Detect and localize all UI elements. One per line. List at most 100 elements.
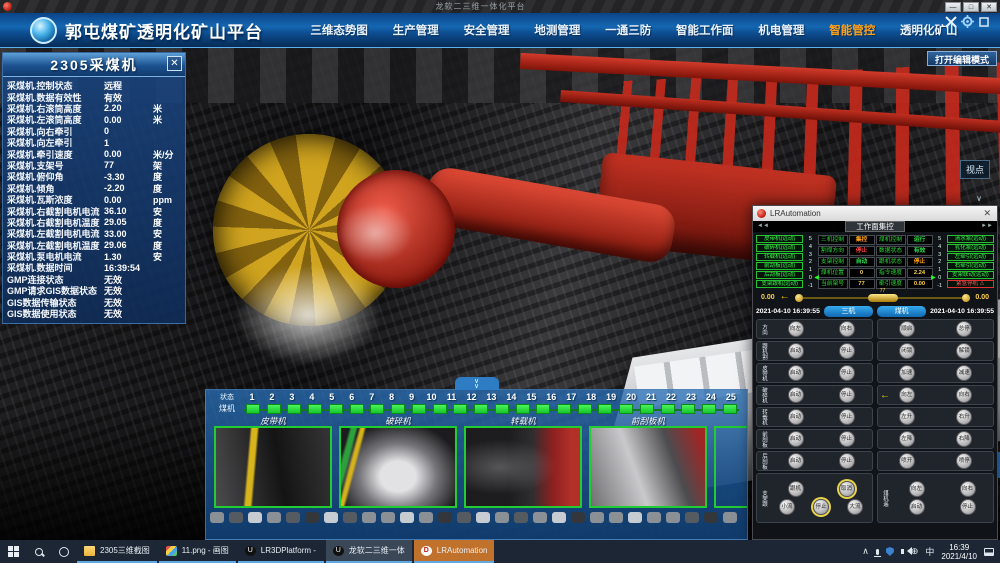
- gear-icon[interactable]: [961, 15, 974, 28]
- control-round-button[interactable]: 右升: [956, 409, 972, 425]
- remote-control-button[interactable]: 清水泵(远动): [947, 235, 994, 243]
- maximize-button[interactable]: □: [963, 2, 979, 12]
- restore-icon[interactable]: [978, 16, 990, 28]
- right-button[interactable]: 向右: [960, 481, 976, 497]
- start-round-button[interactable]: 启动: [788, 409, 804, 425]
- taskbar-search-button[interactable]: [27, 540, 51, 563]
- support-status-square[interactable]: [474, 404, 488, 414]
- camera-feed[interactable]: [214, 426, 332, 508]
- filmstrip-tile[interactable]: [476, 512, 490, 523]
- filmstrip-tile[interactable]: [381, 512, 395, 523]
- filmstrip-tile[interactable]: [609, 512, 623, 523]
- workface-control-tab[interactable]: 工作面集控: [845, 221, 905, 232]
- stop-round-button[interactable]: 停止: [839, 343, 855, 359]
- support-status-square[interactable]: [246, 404, 260, 414]
- filmstrip-tile[interactable]: [495, 512, 509, 523]
- filmstrip-tile[interactable]: [457, 512, 471, 523]
- nav-menu-item[interactable]: 三维态势图: [310, 22, 368, 38]
- right-panel-pill-button[interactable]: 煤机: [877, 306, 926, 317]
- filmstrip-tile[interactable]: [723, 512, 737, 523]
- control-round-button[interactable]: 闭锁: [899, 343, 915, 359]
- taskbar-app[interactable]: D LRAutomation: [414, 540, 495, 563]
- filmstrip-tile[interactable]: [438, 512, 452, 523]
- slider-shearer-marker[interactable]: [868, 294, 898, 302]
- start-button[interactable]: [0, 540, 27, 563]
- filmstrip-tile[interactable]: [286, 512, 300, 523]
- network-globe-icon[interactable]: ⊕: [911, 546, 919, 557]
- remote-control-button[interactable]: 前刮板(远动): [756, 262, 803, 270]
- support-status-square[interactable]: [578, 404, 592, 414]
- viewpoint-chevron-icon[interactable]: ∨: [976, 196, 982, 201]
- slider-knob[interactable]: [962, 294, 970, 302]
- support-status-square[interactable]: [640, 404, 654, 414]
- filmstrip-tile[interactable]: [248, 512, 262, 523]
- cancel-button[interactable]: 取消: [839, 481, 855, 497]
- start-round-button[interactable]: 启动: [909, 499, 925, 515]
- support-status-square[interactable]: [723, 404, 737, 414]
- start-round-button[interactable]: 向左: [788, 321, 804, 337]
- support-status-square[interactable]: [702, 404, 716, 414]
- remote-control-button[interactable]: 后刮板(远动): [756, 271, 803, 279]
- support-status-square[interactable]: [308, 404, 322, 414]
- camera-feed[interactable]: [714, 426, 747, 508]
- nav-menu-item[interactable]: 智能管控: [829, 22, 875, 38]
- support-status-square[interactable]: [412, 404, 426, 414]
- remote-control-button[interactable]: 皮带机(远动): [756, 235, 803, 243]
- notification-center-icon[interactable]: [984, 548, 994, 556]
- filmstrip-tile[interactable]: [647, 512, 661, 523]
- stop-round-button[interactable]: 向右: [839, 321, 855, 337]
- tray-chevron-icon[interactable]: ∧: [862, 546, 869, 557]
- left-panel-pill-button[interactable]: 三机: [824, 306, 873, 317]
- filmstrip-tile[interactable]: [362, 512, 376, 523]
- control-round-button[interactable]: 左降: [899, 431, 915, 447]
- support-status-square[interactable]: [267, 404, 281, 414]
- filmstrip-tile[interactable]: [666, 512, 680, 523]
- support-status-square[interactable]: [329, 404, 343, 414]
- start-round-button[interactable]: 启动: [788, 365, 804, 381]
- stop-round-button[interactable]: 停止: [960, 499, 976, 515]
- control-round-button[interactable]: 加速: [899, 365, 915, 381]
- support-status-square[interactable]: [536, 404, 550, 414]
- support-status-square[interactable]: [391, 404, 405, 414]
- filmstrip-tile[interactable]: [210, 512, 224, 523]
- tab-scroll-right-icon[interactable]: ►►: [981, 223, 993, 229]
- filmstrip-tile[interactable]: [552, 512, 566, 523]
- taskbar-clock[interactable]: 16:39 2021/4/10: [941, 543, 977, 561]
- stop-round-button[interactable]: 停止: [839, 409, 855, 425]
- filmstrip-tile[interactable]: [305, 512, 319, 523]
- open-edit-mode-button[interactable]: 打开编辑模式: [927, 51, 997, 66]
- remote-control-button[interactable]: 支架跟机(远动): [756, 280, 803, 288]
- nav-menu-item[interactable]: 智能工作面: [676, 22, 734, 38]
- start-round-button[interactable]: 启动: [788, 431, 804, 447]
- viewpoint-tab[interactable]: 视点: [960, 160, 990, 179]
- support-status-square[interactable]: [557, 404, 571, 414]
- filmstrip-tile[interactable]: [324, 512, 338, 523]
- control-round-button[interactable]: 顺启: [899, 321, 915, 337]
- control-round-button[interactable]: 向右: [956, 387, 972, 403]
- filmstrip-tile[interactable]: [685, 512, 699, 523]
- control-round-button[interactable]: 向左: [899, 387, 915, 403]
- speaker-icon[interactable]: [901, 549, 904, 554]
- taskbar-app[interactable]: U LR3DPlatform - U...: [238, 540, 324, 563]
- stop-round-button[interactable]: 停止: [839, 387, 855, 403]
- support-status-square[interactable]: [370, 404, 384, 414]
- support-status-square[interactable]: [661, 404, 675, 414]
- stop-round-button[interactable]: 停止: [813, 499, 829, 515]
- nav-menu-item[interactable]: 机电管理: [758, 22, 804, 38]
- remote-control-button[interactable]: 左牵引(远动): [947, 253, 994, 261]
- camera-feed[interactable]: [589, 426, 707, 508]
- filmstrip-tile[interactable]: [628, 512, 642, 523]
- support-status-square[interactable]: [433, 404, 447, 414]
- support-status-square[interactable]: [495, 404, 509, 414]
- support-status-square[interactable]: [453, 404, 467, 414]
- filmstrip-tile[interactable]: [704, 512, 718, 523]
- filmstrip-tile[interactable]: [400, 512, 414, 523]
- wrench-icon[interactable]: [945, 16, 957, 28]
- filmstrip-tile[interactable]: [533, 512, 547, 523]
- support-status-square[interactable]: [516, 404, 530, 414]
- close-button[interactable]: ✕: [981, 2, 997, 12]
- filmstrip-tile[interactable]: [419, 512, 433, 523]
- remote-control-button[interactable]: 支架联动(远动): [947, 271, 994, 279]
- taskbar-app[interactable]: 2305三维截图: [77, 540, 157, 563]
- support-status-square[interactable]: [598, 404, 612, 414]
